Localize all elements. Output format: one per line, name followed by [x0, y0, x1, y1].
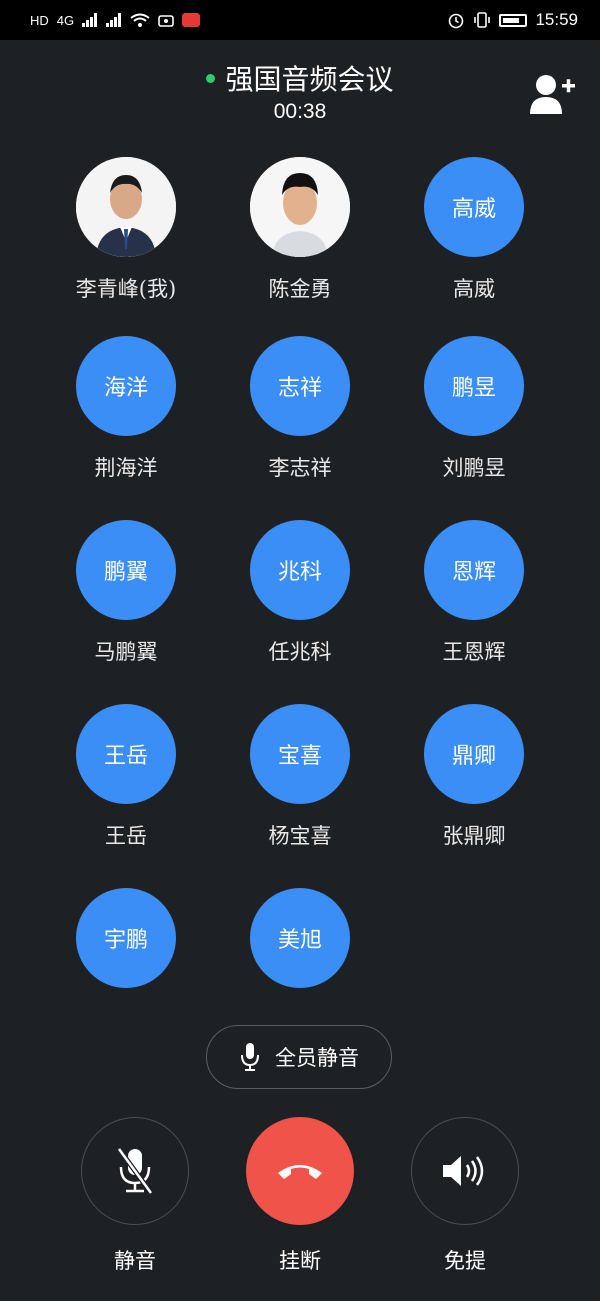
- participant-name: 张鼎卿: [442, 824, 506, 848]
- participant-name: 高威: [453, 277, 495, 301]
- call-header: 强国音频会议 00:38: [0, 58, 600, 124]
- clock-time: 15:59: [535, 10, 578, 29]
- mute-all-label: 全员静音: [275, 1046, 359, 1070]
- title-row: 强国音频会议: [0, 58, 600, 98]
- speaker-label: 免提: [444, 1249, 486, 1273]
- participant-tile[interactable]: 兆科 任兆科: [220, 520, 380, 666]
- participant-name: 马鹏翼: [94, 640, 158, 664]
- person-photo-icon: [250, 157, 350, 257]
- participant-tile[interactable]: 李青峰(我): [46, 157, 206, 303]
- microphone-off-icon: [116, 1147, 154, 1195]
- participant-name: 刘鹏昱: [442, 456, 506, 480]
- page-title: 强国音频会议: [225, 63, 394, 96]
- participant-tile[interactable]: 鹏昱 刘鹏昱: [394, 336, 554, 482]
- status-right: 15:59: [447, 10, 578, 30]
- participant-tile[interactable]: 海洋 荆海洋: [46, 336, 206, 482]
- avatar: 志祥: [250, 336, 350, 436]
- add-person-icon: [530, 75, 575, 114]
- avatar: 宝喜: [250, 704, 350, 804]
- hangup-button[interactable]: [246, 1117, 354, 1225]
- participant-name: 荆海洋: [94, 456, 158, 480]
- avatar: 美旭: [250, 888, 350, 988]
- participant-tile[interactable]: 鼎卿 张鼎卿: [394, 704, 554, 850]
- person-photo-icon: [76, 157, 176, 257]
- avatar: 兆科: [250, 520, 350, 620]
- signal-icon: [106, 13, 122, 27]
- participant-tile[interactable]: 宇鹏: [46, 888, 206, 988]
- participant-name: 陈金勇: [268, 277, 332, 301]
- speaker-button[interactable]: [411, 1117, 519, 1225]
- avatar: 王岳: [76, 704, 176, 804]
- hang-up-icon: [278, 1165, 322, 1179]
- avatar: 鼎卿: [424, 704, 524, 804]
- mute-button[interactable]: [81, 1117, 189, 1225]
- participant-tile[interactable]: 美旭: [220, 888, 380, 988]
- participant-tile[interactable]: 宝喜 杨宝喜: [220, 704, 380, 850]
- network-label: HD: [30, 12, 49, 28]
- vibrate-icon: [474, 12, 491, 28]
- avatar: 鹏昱: [424, 336, 524, 436]
- alarm-icon: [449, 13, 464, 29]
- status-left: HD 4G: [30, 12, 201, 28]
- speaker-icon: [443, 1156, 484, 1186]
- add-participant-button[interactable]: [528, 72, 576, 116]
- participant-name: 杨宝喜: [268, 824, 332, 848]
- notification-icon: [158, 15, 174, 27]
- mute-control: 静音: [80, 1117, 190, 1275]
- participant-tile[interactable]: 恩辉 王恩辉: [394, 520, 554, 666]
- microphone-icon: [241, 1043, 259, 1071]
- battery-icon: [499, 13, 528, 27]
- wifi-icon: [130, 13, 150, 27]
- mute-all-button[interactable]: 全员静音: [206, 1025, 392, 1089]
- participant-tile[interactable]: 志祥 李志祥: [220, 336, 380, 482]
- status-bar: HD 4G 15:59: [0, 0, 600, 40]
- avatar: [250, 157, 350, 257]
- participant-tile[interactable]: 陈金勇: [220, 157, 380, 303]
- signal-icon: [82, 13, 98, 27]
- avatar: 海洋: [76, 336, 176, 436]
- avatar: 宇鹏: [76, 888, 176, 988]
- avatar: 恩辉: [424, 520, 524, 620]
- participant-tile[interactable]: 高威 高威: [394, 157, 554, 303]
- participant-name: 任兆科: [268, 640, 332, 664]
- participant-tile[interactable]: 鹏翼 马鹏翼: [46, 520, 206, 666]
- participant-tile[interactable]: 王岳 王岳: [46, 704, 206, 850]
- avatar: 高威: [424, 157, 524, 257]
- hangup-control: 挂断: [245, 1117, 355, 1275]
- speaker-control: 免提: [410, 1117, 520, 1275]
- network-label: 4G: [56, 12, 75, 28]
- avatar: [76, 157, 176, 257]
- avatar: 鹏翼: [76, 520, 176, 620]
- mute-label: 静音: [114, 1249, 156, 1273]
- participant-name: 王恩辉: [442, 640, 506, 664]
- live-indicator: [206, 73, 216, 83]
- participant-name: 李志祥: [268, 456, 332, 480]
- call-timer: 00:38: [273, 100, 327, 123]
- participant-name: 王岳: [105, 824, 147, 848]
- camera-record-icon: [182, 13, 201, 27]
- participant-name: 李青峰(我): [75, 277, 177, 301]
- hangup-label: 挂断: [279, 1249, 321, 1273]
